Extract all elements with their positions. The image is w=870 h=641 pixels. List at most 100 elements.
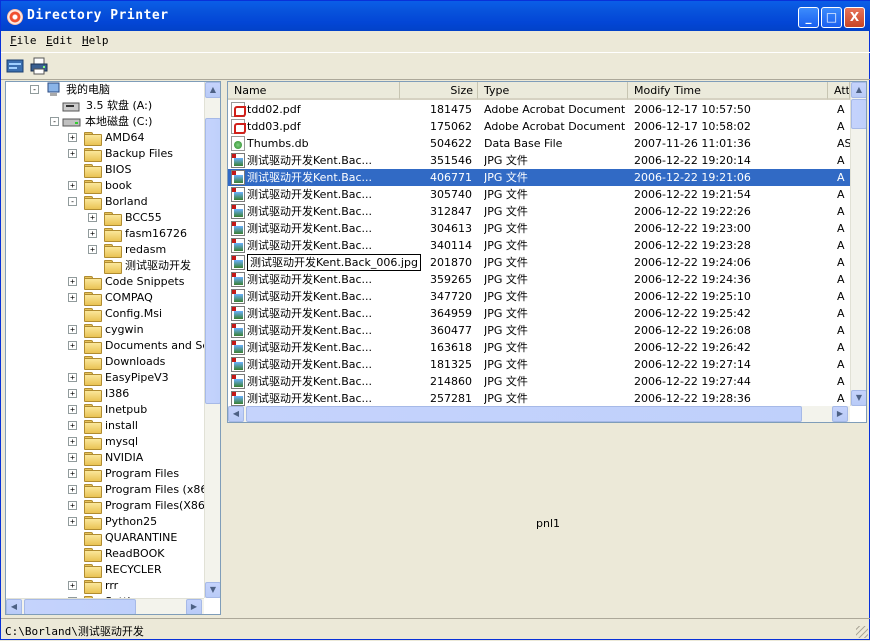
scroll-down-arrow-icon[interactable]: ▼ [205, 582, 220, 598]
expand-toggle[interactable]: + [68, 437, 77, 446]
scroll-up-arrow-icon[interactable]: ▲ [205, 82, 220, 98]
column-header-type[interactable]: Type [478, 82, 628, 100]
expand-toggle[interactable]: + [68, 421, 77, 430]
file-row[interactable]: 测试驱动开发Kent.Back_006.jpg 201870 JPG 文件 2006-… [228, 254, 850, 271]
tree-node-folder[interactable]: RECYCLER [68, 562, 204, 578]
expand-toggle[interactable]: + [68, 581, 77, 590]
tree-node-floppy[interactable]: 3.5 软盘 (A:) [62, 98, 212, 114]
file-row[interactable]: 测试驱动开发Kent.Bac... 364959 JPG 文件 2006-12-22 … [228, 305, 850, 322]
minimize-button[interactable]: _ [798, 7, 819, 28]
file-row[interactable]: 测试驱动开发Kent.Bac... 181325 JPG 文件 2006-12-22 … [228, 356, 850, 373]
expand-toggle[interactable]: + [88, 213, 97, 222]
tree-node-folder[interactable]: + AMD64 [68, 130, 204, 146]
resize-grip-icon[interactable] [856, 626, 868, 638]
menu-help[interactable]: Help [82, 34, 109, 47]
tree-horizontal-scrollbar[interactable]: ◀ ▶ [6, 598, 204, 614]
tree-node-folder[interactable]: + EasyPipeV3 [68, 370, 204, 386]
file-row[interactable]: 测试驱动开发Kent.Bac... 312847 JPG 文件 2006-12-22 … [228, 203, 850, 220]
column-header-size[interactable]: Size [400, 82, 478, 100]
tree-node-folder[interactable]: + mysql [68, 434, 204, 450]
scroll-right-arrow-icon[interactable]: ▶ [186, 599, 202, 614]
tree-node-folder[interactable]: + COMPAQ [68, 290, 204, 306]
scroll-right-arrow-icon[interactable]: ▶ [832, 406, 848, 422]
tree-node-folder[interactable]: ReadBOOK [68, 546, 204, 562]
column-header-attributes[interactable]: Att [828, 82, 850, 100]
column-header-modify-time[interactable]: Modify Time [628, 82, 828, 100]
tree-node-local-disk[interactable]: - 本地磁盘 (C:) [50, 114, 210, 130]
file-row[interactable]: tdd03.pdf 175062 Adobe Acrobat Document 200… [228, 118, 850, 135]
expand-toggle[interactable]: + [68, 485, 77, 494]
tree-node-folder[interactable]: QUARANTINE [68, 530, 204, 546]
tree-node-folder[interactable]: - Borland [68, 194, 204, 210]
file-row[interactable]: 测试驱动开发Kent.Bac... 359265 JPG 文件 2006-12-22 … [228, 271, 850, 288]
expand-toggle[interactable]: + [68, 373, 77, 382]
file-row[interactable]: 测试驱动开发Kent.Bac... 340114 JPG 文件 2006-12-22 … [228, 237, 850, 254]
tree-node-folder[interactable]: + cygwin [68, 322, 204, 338]
tree-node-folder[interactable]: + book [68, 178, 204, 194]
tree-node-folder[interactable]: 测试驱动开发 [88, 258, 204, 274]
tree-vertical-scrollbar[interactable]: ▲ ▼ [204, 82, 220, 598]
expand-toggle[interactable]: + [68, 453, 77, 462]
rename-edit-field[interactable]: 测试驱动开发Kent.Back_006.jpg [247, 254, 421, 271]
file-row[interactable]: tdd02.pdf 181475 Adobe Acrobat Document 200… [228, 101, 850, 118]
expand-toggle[interactable]: + [88, 245, 97, 254]
expand-toggle[interactable]: + [68, 293, 77, 302]
collapse-toggle[interactable]: - [30, 85, 39, 94]
expand-toggle[interactable]: + [68, 405, 77, 414]
file-row[interactable]: 测试驱动开发Kent.Bac... 406771 JPG 文件 2006-12-22 … [228, 169, 850, 186]
menu-edit[interactable]: Edit [46, 34, 73, 47]
tree-node-my-computer[interactable]: - 我的电脑 [30, 82, 200, 98]
tree-node-folder[interactable]: + Code Snippets [68, 274, 204, 290]
file-row[interactable]: 测试驱动开发Kent.Bac... 305740 JPG 文件 2006-12-22 … [228, 186, 850, 203]
expand-toggle[interactable]: + [68, 149, 77, 158]
file-row[interactable]: 测试驱动开发Kent.Bac... 214860 JPG 文件 2006-12-22 … [228, 373, 850, 390]
tree-node-folder[interactable]: + Program Files(X86) [68, 498, 204, 514]
scroll-left-arrow-icon[interactable]: ◀ [6, 599, 22, 614]
tree-node-folder[interactable]: + Documents and Setti [68, 338, 204, 354]
tree-node-folder[interactable]: + Inetpub [68, 402, 204, 418]
folder-tree[interactable]: - 我的电脑 3.5 软盘 (A:) - 本地磁盘 (C:) + AMD64 + Ba… [5, 81, 221, 615]
tree-node-folder[interactable]: BIOS [68, 162, 204, 178]
scroll-down-arrow-icon[interactable]: ▼ [851, 390, 866, 406]
scroll-thumb[interactable] [24, 599, 136, 614]
tree-node-folder[interactable]: + I386 [68, 386, 204, 402]
tree-node-folder[interactable]: + Python25 [68, 514, 204, 530]
file-row[interactable]: 测试驱动开发Kent.Bac... 304613 JPG 文件 2006-12-22 … [228, 220, 850, 237]
print-button[interactable] [30, 57, 50, 77]
tree-node-folder[interactable]: Downloads [68, 354, 204, 370]
file-list[interactable]: Name Size Type Modify Time Att tdd02.pdf… [227, 81, 867, 423]
tree-node-folder[interactable]: + rrr [68, 578, 204, 594]
file-row[interactable]: 测试驱动开发Kent.Bac... 347720 JPG 文件 2006-12-22 … [228, 288, 850, 305]
expand-toggle[interactable]: + [88, 229, 97, 238]
tree-node-folder[interactable]: + Program Files (x86) [68, 482, 204, 498]
maximize-button[interactable]: □ [821, 7, 842, 28]
expand-toggle[interactable]: + [68, 341, 77, 350]
collapse-toggle[interactable]: - [68, 197, 77, 206]
file-row[interactable]: 测试驱动开发Kent.Bac... 351546 JPG 文件 2006-12-22 … [228, 152, 850, 169]
tree-node-folder[interactable]: + install [68, 418, 204, 434]
file-row[interactable]: 测试驱动开发Kent.Bac... 360477 JPG 文件 2006-12-22 … [228, 322, 850, 339]
menu-file[interactable]: File [10, 34, 37, 47]
collapse-toggle[interactable]: - [50, 117, 59, 126]
expand-toggle[interactable]: + [68, 501, 77, 510]
scroll-thumb[interactable] [851, 99, 866, 129]
expand-toggle[interactable]: + [68, 325, 77, 334]
expand-toggle[interactable]: + [68, 277, 77, 286]
tree-node-folder[interactable]: + Backup Files [68, 146, 204, 162]
column-header-name[interactable]: Name [228, 82, 400, 100]
list-vertical-scrollbar[interactable]: ▲ ▼ [850, 82, 866, 406]
close-button[interactable]: X [844, 7, 865, 28]
expand-toggle[interactable]: + [68, 389, 77, 398]
tree-node-folder[interactable]: Config.Msi [68, 306, 204, 322]
file-row[interactable]: 测试驱动开发Kent.Bac... 163618 JPG 文件 2006-12-22 … [228, 339, 850, 356]
file-row[interactable]: 测试驱动开发Kent.Bac... 257281 JPG 文件 2006-12-22 … [228, 390, 850, 407]
expand-toggle[interactable]: + [68, 133, 77, 142]
scroll-thumb[interactable] [246, 406, 802, 422]
tree-node-folder[interactable]: + BCC55 [88, 210, 204, 226]
scroll-left-arrow-icon[interactable]: ◀ [228, 406, 244, 422]
list-horizontal-scrollbar[interactable]: ◀ ▶ [228, 406, 850, 422]
folder-tree-button[interactable] [6, 57, 26, 77]
tree-node-folder[interactable]: + Program Files [68, 466, 204, 482]
scroll-thumb[interactable] [205, 118, 220, 404]
file-row[interactable]: Thumbs.db 504622 Data Base File 2007-11-26 … [228, 135, 850, 152]
